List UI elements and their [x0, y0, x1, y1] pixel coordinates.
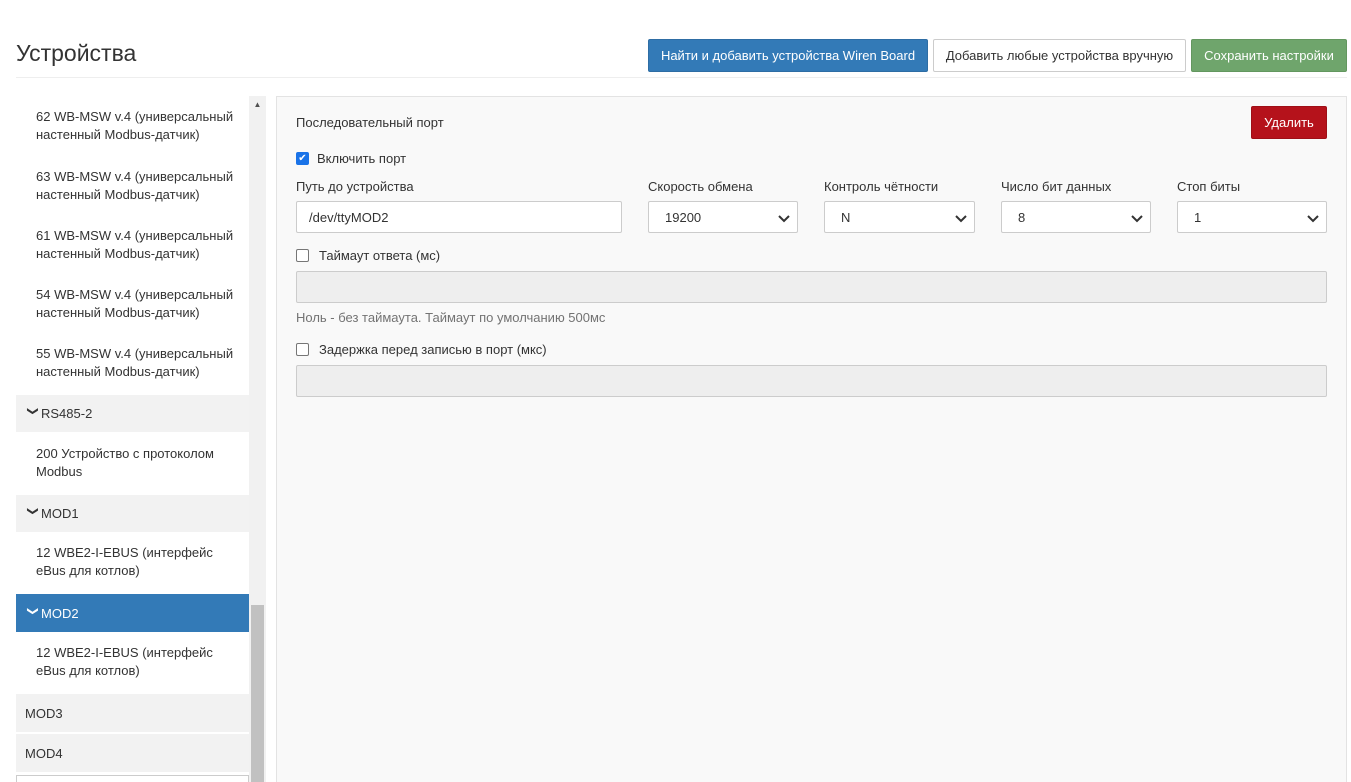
- sidebar-scrollbar[interactable]: ▲: [249, 96, 266, 782]
- device-name: 200 Устройство с протоколом: [36, 446, 214, 461]
- timeout-row[interactable]: Таймаут ответа (мс): [296, 248, 440, 263]
- enable-port-checkbox[interactable]: ✔: [296, 152, 309, 165]
- port-settings-panel: Последовательный порт Удалить ✔ Включить…: [276, 96, 1347, 782]
- sidebar-device-item[interactable]: 61 WB-MSW v.4 (универсальный настенный M…: [16, 227, 249, 284]
- sidebar-port-mod4[interactable]: MOD4: [16, 734, 249, 772]
- port-label: RS485-2: [41, 406, 93, 421]
- sidebar-device-item[interactable]: 63 WB-MSW v.4 (универсальный настенный M…: [16, 168, 249, 225]
- timeout-label: Таймаут ответа (мс): [319, 248, 441, 263]
- sidebar-port-mod2[interactable]: ❯ MOD2: [16, 594, 249, 632]
- panel-title: Последовательный порт: [296, 115, 444, 130]
- save-settings-button[interactable]: Сохранить настройки: [1191, 39, 1347, 72]
- stopbits-label: Стоп биты: [1177, 179, 1241, 194]
- add-manual-button[interactable]: Добавить любые устройства вручную: [933, 39, 1186, 72]
- sidebar-port-mod1[interactable]: ❯ MOD1: [16, 495, 249, 532]
- enable-port-row[interactable]: ✔ Включить порт: [296, 151, 406, 166]
- port-label: MOD3: [25, 705, 63, 721]
- scroll-up-arrow-icon[interactable]: ▲: [249, 96, 266, 113]
- stop-bits-value: 1: [1194, 209, 1202, 225]
- timeout-help-text: Ноль - без таймаута. Таймаут по умолчани…: [296, 310, 606, 325]
- scrollbar-thumb[interactable]: [251, 605, 264, 782]
- device-name: 12 WBE2-I-EBUS (интерфейс: [36, 645, 213, 660]
- sidebar-next-item[interactable]: [16, 775, 249, 782]
- chevron-down-icon: ❯: [26, 506, 39, 516]
- chevron-down-icon: ❯: [26, 606, 39, 616]
- sidebar-device-item[interactable]: 12 WBE2-I-EBUS (интерфейс eBus для котло…: [16, 644, 249, 692]
- stop-bits-select[interactable]: 1: [1177, 201, 1327, 233]
- port-label: MOD1: [41, 506, 79, 521]
- device-name-cont: настенный Modbus-датчик): [36, 305, 200, 320]
- device-path-value: /dev/ttyMOD2: [309, 209, 389, 225]
- page-header: Устройства Найти и добавить устройства W…: [16, 0, 1347, 78]
- chevron-down-icon: [1131, 215, 1143, 223]
- sidebar-device-item[interactable]: 12 WBE2-I-EBUS (интерфейс eBus для котло…: [16, 544, 249, 592]
- sidebar-device-item[interactable]: 55 WB-MSW v.4 (универсальный настенный M…: [16, 345, 249, 393]
- write-delay-row[interactable]: Задержка перед записью в порт (мкс): [296, 342, 547, 357]
- sidebar-port-mod3[interactable]: MOD3: [16, 694, 249, 732]
- parity-select[interactable]: N: [824, 201, 975, 233]
- device-name-cont: Modbus: [36, 464, 83, 479]
- port-label: MOD2: [41, 605, 79, 621]
- write-delay-input[interactable]: [296, 365, 1327, 397]
- device-path-input[interactable]: /dev/ttyMOD2: [296, 201, 622, 233]
- data-bits-value: 8: [1018, 209, 1026, 225]
- port-label: MOD4: [25, 745, 63, 761]
- device-name-cont: eBus для котлов): [36, 663, 140, 678]
- device-name-cont: настенный Modbus-датчик): [36, 187, 200, 202]
- parity-value: N: [841, 209, 851, 225]
- device-name: 63 WB-MSW v.4 (универсальный: [36, 169, 234, 184]
- timeout-input[interactable]: [296, 271, 1327, 303]
- baud-label: Скорость обмена: [648, 179, 753, 194]
- timeout-checkbox[interactable]: [296, 249, 309, 262]
- sidebar: 62 WB-MSW v.4 (универсальный настенный M…: [16, 96, 249, 782]
- chevron-down-icon: [955, 215, 967, 223]
- sidebar-port-rs485-2[interactable]: ❯ RS485-2: [16, 395, 249, 432]
- device-name-cont: настенный Modbus-датчик): [36, 127, 200, 142]
- enable-port-label: Включить порт: [317, 151, 407, 166]
- chevron-down-icon: [1307, 215, 1319, 223]
- device-name: 12 WBE2-I-EBUS (интерфейс: [36, 545, 213, 560]
- write-delay-label: Задержка перед записью в порт (мкс): [319, 342, 547, 357]
- baud-rate-value: 19200: [665, 209, 702, 225]
- parity-label: Контроль чётности: [824, 179, 939, 194]
- device-name: 62 WB-MSW v.4 (универсальный: [36, 109, 234, 124]
- write-delay-checkbox[interactable]: [296, 343, 309, 356]
- delete-port-button[interactable]: Удалить: [1251, 106, 1327, 139]
- sidebar-device-item[interactable]: 62 WB-MSW v.4 (универсальный настенный M…: [16, 108, 249, 165]
- sidebar-device-item[interactable]: 200 Устройство с протоколом Modbus: [16, 445, 249, 493]
- scan-devices-button[interactable]: Найти и добавить устройства Wiren Board: [648, 39, 928, 72]
- chevron-down-icon: ❯: [26, 406, 39, 416]
- data-bits-select[interactable]: 8: [1001, 201, 1151, 233]
- chevron-down-icon: [778, 215, 790, 223]
- device-name-cont: eBus для котлов): [36, 563, 140, 578]
- device-name: 61 WB-MSW v.4 (универсальный: [36, 228, 234, 243]
- sidebar-device-item[interactable]: 54 WB-MSW v.4 (универсальный настенный M…: [16, 286, 249, 343]
- page-title: Устройства: [16, 40, 137, 66]
- device-name: 55 WB-MSW v.4 (универсальный: [36, 346, 234, 361]
- device-name-cont: настенный Modbus-датчик): [36, 246, 200, 261]
- databits-label: Число бит данных: [1001, 179, 1112, 194]
- device-name-cont: настенный Modbus-датчик): [36, 364, 200, 379]
- baud-rate-select[interactable]: 19200: [648, 201, 798, 233]
- device-name: 54 WB-MSW v.4 (универсальный: [36, 287, 234, 302]
- path-label: Путь до устройства: [296, 179, 414, 194]
